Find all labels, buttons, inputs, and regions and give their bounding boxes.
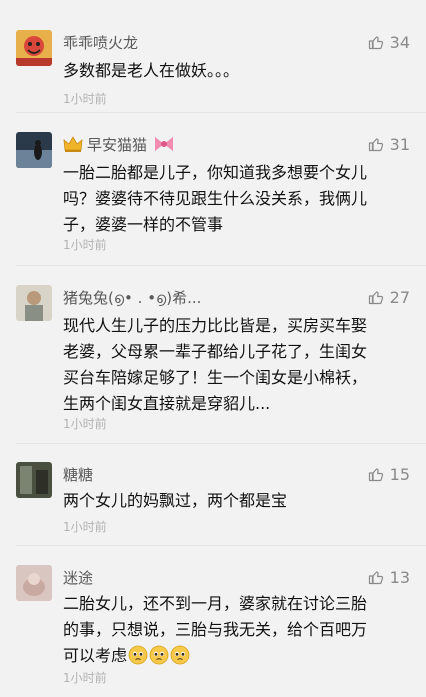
like-count: 34 <box>389 32 410 52</box>
avatar[interactable] <box>16 462 52 498</box>
username[interactable]: 早安猫猫 <box>63 132 175 156</box>
comment-text: 多数都是老人在做妖。。。 <box>63 61 240 80</box>
username-text: 乖乖喷火龙 <box>63 33 139 52</box>
comment-text: 两个女儿的妈飘过，两个都是宝 <box>63 491 288 510</box>
divider <box>16 443 426 444</box>
comment-list: 乖乖喷火龙 34 多数都是老人在做妖。。。 1小时前 早安猫猫 31 一胎二胎都… <box>0 0 426 697</box>
like-button[interactable]: 34 <box>368 30 410 54</box>
avatar[interactable] <box>16 30 52 66</box>
divider <box>16 265 426 266</box>
pleading-face-emoji-icon <box>128 645 148 665</box>
thumbs-up-icon <box>368 468 383 482</box>
username-text: 早安猫猫 <box>87 135 148 154</box>
comment-text: 现代人生儿子的压力比比皆是，买房买车娶 老婆，父母累一辈子都给儿子花了，生闺女 … <box>63 316 368 413</box>
timestamp: 1小时前 <box>63 417 107 431</box>
comment-text: 二胎女儿，还不到一月，婆家就在讨论三胎 的事，只想说，三胎与我无关，给个百吧万 … <box>63 591 409 669</box>
comment-text: 一胎二胎都是儿子，你知道我多想要个女儿 吗？婆婆待不待见跟生什么没关系，我俩儿 … <box>63 163 368 234</box>
avatar[interactable] <box>16 565 52 601</box>
username[interactable]: 乖乖喷火龙 <box>63 30 138 54</box>
avatar[interactable] <box>16 132 52 168</box>
timestamp: 1小时前 <box>63 238 107 252</box>
username-text: 糖糖 <box>63 465 94 484</box>
username[interactable]: 糖糖 <box>63 462 93 486</box>
like-button[interactable]: 31 <box>368 132 410 156</box>
timestamp: 1小时前 <box>63 92 107 106</box>
thumbs-up-icon <box>368 36 383 50</box>
like-button[interactable]: 13 <box>368 565 410 589</box>
pleading-face-emoji-icon <box>170 645 190 665</box>
username[interactable]: 猪兔兔(൭• . •൭)希... <box>63 285 201 309</box>
username-text: 迷途 <box>63 568 94 587</box>
like-count: 31 <box>389 134 410 154</box>
divider <box>16 545 426 546</box>
like-count: 27 <box>389 287 410 307</box>
thumbs-up-icon <box>368 571 383 585</box>
timestamp: 1小时前 <box>63 671 107 685</box>
avatar[interactable] <box>16 285 52 321</box>
username-text: 猪兔兔(൭• . •൭)希... <box>63 288 202 307</box>
username[interactable]: 迷途 <box>63 565 93 589</box>
timestamp: 1小时前 <box>63 520 107 534</box>
thumbs-up-icon <box>368 138 383 152</box>
thumbs-up-icon <box>368 291 383 305</box>
crown-icon <box>63 136 83 152</box>
like-count: 15 <box>389 464 410 484</box>
bow-icon <box>155 137 174 151</box>
like-button[interactable]: 15 <box>368 462 410 486</box>
pleading-face-emoji-icon <box>149 645 169 665</box>
like-count: 13 <box>389 567 410 587</box>
comment-text-content: 二胎女儿，还不到一月，婆家就在讨论三胎 的事，只想说，三胎与我无关，给个百吧万 … <box>63 594 368 665</box>
divider <box>16 112 426 113</box>
like-button[interactable]: 27 <box>368 285 410 309</box>
